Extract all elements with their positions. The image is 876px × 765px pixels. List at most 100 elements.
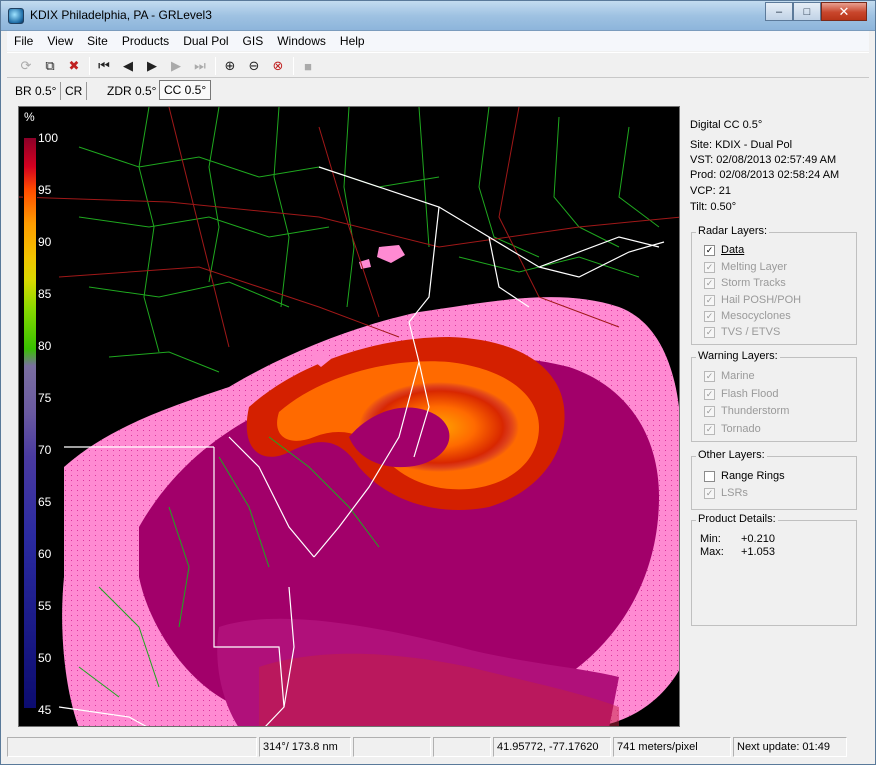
checkbox-range-rings[interactable]: Range Rings [704,470,785,482]
checkbox-label: Flash Flood [721,388,779,400]
tab-cr[interactable]: CR [61,82,88,100]
app-window: KDIX Philadelphia, PA - GRLevel3 – □ ✕ F… [0,0,876,765]
play-icon[interactable]: ▶ [143,57,161,75]
checkbox-hail[interactable]: ✓ Hail POSH/POH [704,294,801,306]
checkbox-label: Data [721,244,745,256]
other-layers-group: Other Layers: Range Rings ✓ LSRs [691,449,857,510]
legend-tick: 55 [38,599,52,613]
status-cell-empty [7,737,257,757]
toolbar: ⟳ ⧉ ✖ ⏮ ◀ ▶ ▶ ⏭ ⊕ ⊖ ⊗ ■ [7,52,869,78]
checkbox-checked-icon: ✓ [704,310,715,322]
menu-help[interactable]: Help [333,31,372,51]
radar-layers-title: Radar Layers: [696,225,770,237]
checkbox-label: Hail POSH/POH [721,294,802,306]
menu-windows[interactable]: Windows [270,31,333,51]
title-bar[interactable]: KDIX Philadelphia, PA - GRLevel3 – □ ✕ [1,1,875,31]
checkbox-tornado[interactable]: ✓ Tornado [704,423,761,435]
tab-zdr[interactable]: ZDR 0.5° [103,82,162,100]
zoom-out-icon[interactable]: ⊖ [245,57,263,75]
checkbox-marine[interactable]: ✓ Marine [704,370,755,382]
toolbar-separator [293,57,294,75]
copy-icon[interactable]: ⧉ [41,57,59,75]
minimize-button[interactable]: – [765,2,793,21]
color-legend-bar [23,137,37,709]
stop-icon[interactable]: ✖ [65,57,83,75]
product-name: Digital CC 0.5° [690,119,763,131]
checkbox-checked-icon: ✓ [704,261,715,273]
menu-gis[interactable]: GIS [236,31,271,51]
menu-products[interactable]: Products [115,31,176,51]
checkbox-storm-tracks[interactable]: ✓ Storm Tracks [704,277,786,289]
checkbox-label: Thunderstorm [721,405,790,417]
checkbox-melting-layer[interactable]: ✓ Melting Layer [704,261,787,273]
legend-tick: 45 [38,703,52,717]
product-tabs: BR 0.5° CR ZDR 0.5° CC 0.5° [7,79,869,102]
max-value: +1.053 [741,546,775,558]
legend-tick: 100 [38,131,59,145]
first-frame-icon[interactable]: ⏮ [95,57,113,75]
legend-tick: 90 [38,235,52,249]
app-icon [8,8,24,24]
checkbox-label: Storm Tracks [721,277,786,289]
menu-file[interactable]: File [7,31,40,51]
legend-tick: 60 [38,547,52,561]
checkbox-checked-icon: ✓ [704,294,715,306]
legend-tick: 70 [38,443,52,457]
checkbox-unchecked-icon [704,470,715,482]
legend-tick: 75 [38,391,52,405]
max-label: Max: [700,546,724,558]
warning-layers-title: Warning Layers: [696,350,780,362]
next-frame-icon[interactable]: ▶ [167,57,185,75]
status-azimuth-range: 314°/ 173.8 nm [259,737,351,757]
tab-cc[interactable]: CC 0.5° [159,80,212,100]
legend-unit: % [24,110,35,124]
window-title: KDIX Philadelphia, PA - GRLevel3 [30,8,212,22]
checkbox-checked-icon: ✓ [704,423,715,435]
checkbox-tvs[interactable]: ✓ TVS / ETVS [704,326,780,338]
checkbox-lsrs[interactable]: ✓ LSRs [704,487,748,499]
menu-view[interactable]: View [40,31,80,51]
checkbox-label: Melting Layer [721,261,788,273]
other-layers-title: Other Layers: [696,449,767,461]
tab-br[interactable]: BR 0.5° [11,82,62,100]
close-button[interactable]: ✕ [821,2,867,21]
status-next-update: Next update: 01:49 [733,737,847,757]
zoom-in-icon[interactable]: ⊕ [221,57,239,75]
radar-map-view[interactable]: % 100 95 90 85 80 75 70 65 60 55 50 45 [18,106,680,727]
status-scale: 741 meters/pixel [613,737,731,757]
checkbox-label: TVS / ETVS [721,326,781,338]
last-frame-icon[interactable]: ⏭ [191,57,209,75]
checkbox-flash-flood[interactable]: ✓ Flash Flood [704,388,778,400]
checkbox-checked-icon: ✓ [704,405,715,417]
vst-info: VST: 02/08/2013 02:57:49 AM [690,154,837,166]
product-details-title: Product Details: [696,513,778,525]
vcp-info: VCP: 21 [690,185,731,197]
min-value: +0.210 [741,533,775,545]
menu-site[interactable]: Site [80,31,115,51]
min-label: Min: [700,533,721,545]
toolbar-separator [215,57,216,75]
checkbox-mesocyclones[interactable]: ✓ Mesocyclones [704,310,791,322]
status-bar: 314°/ 173.8 nm 41.95772, -77.17620 741 m… [7,737,869,759]
status-latlon: 41.95772, -77.17620 [493,737,611,757]
checkbox-data[interactable]: ✓ Data [704,244,744,256]
menu-dual-pol[interactable]: Dual Pol [176,31,235,51]
maximize-button[interactable]: □ [793,2,821,21]
zoom-reset-icon[interactable]: ⊗ [269,57,287,75]
prev-frame-icon[interactable]: ◀ [119,57,137,75]
legend-tick: 50 [38,651,52,665]
legend-tick: 80 [38,339,52,353]
checkbox-thunderstorm[interactable]: ✓ Thunderstorm [704,405,789,417]
menu-bar: File View Site Products Dual Pol GIS Win… [7,31,869,51]
product-details-group: Product Details: Min: +0.210 Max: +1.053 [691,513,857,626]
checkbox-checked-icon: ✓ [704,388,715,400]
info-panel: Digital CC 0.5° Site: KDIX - Dual Pol VS… [684,106,865,727]
reload-icon[interactable]: ⟳ [17,57,35,75]
status-cell-empty [433,737,491,757]
window-controls: – □ ✕ [765,2,867,21]
checkbox-label: LSRs [721,487,748,499]
radar-imagery [19,107,679,726]
legend-tick: 65 [38,495,52,509]
checkbox-checked-icon: ✓ [704,487,715,499]
pause-icon[interactable]: ■ [299,57,317,75]
